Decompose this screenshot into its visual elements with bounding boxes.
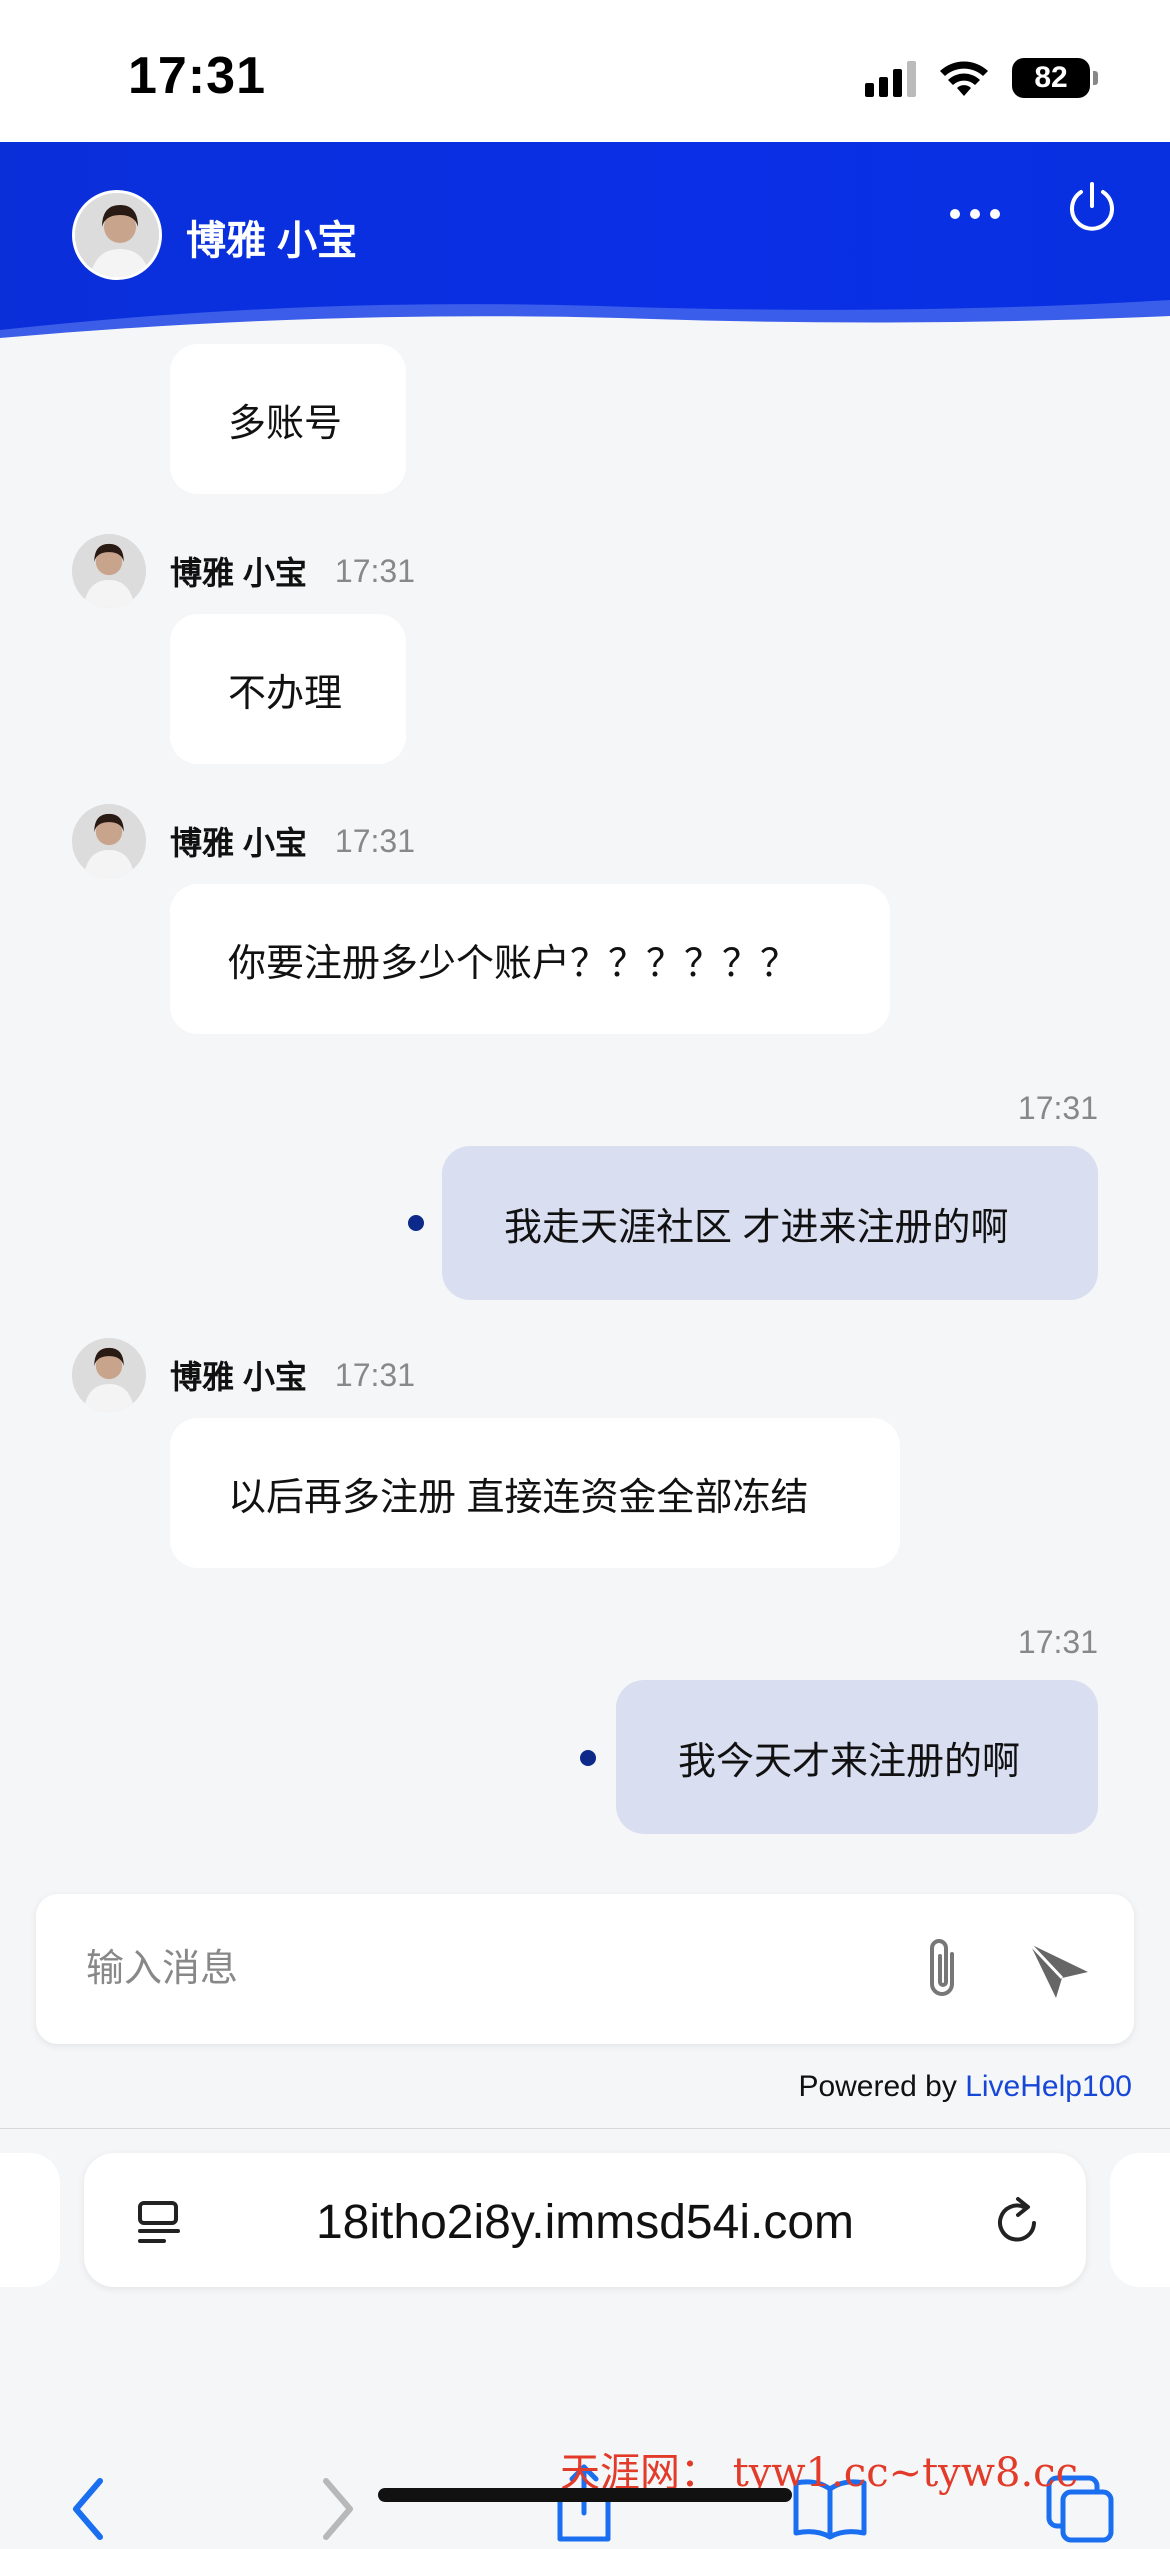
agent-avatar	[72, 1338, 146, 1412]
back-button[interactable]	[48, 2469, 128, 2549]
incoming-message: 以后再多注册 直接连资金全部冻结	[170, 1418, 900, 1568]
message-text: 以后再多注册 直接连资金全部冻结	[228, 1476, 809, 1519]
incoming-message: 你要注册多少个账户？？？？？？	[170, 884, 890, 1034]
reload-icon[interactable]	[990, 2195, 1044, 2249]
message-meta: 博雅 小宝 17:31	[170, 548, 415, 594]
message-input[interactable]	[86, 1939, 886, 1999]
agent-avatar	[72, 190, 162, 280]
powered-prefix: Powered by	[798, 2070, 966, 2103]
agent-name: 博雅 小宝	[186, 219, 358, 263]
incoming-message: 不办理	[170, 614, 406, 764]
message-text: 我走天涯社区 才进来注册的啊	[504, 1206, 1009, 1249]
powered-brand-link[interactable]: LiveHelp100	[965, 2070, 1132, 2103]
message-time: 17:31	[334, 822, 415, 859]
forward-button[interactable]	[298, 2469, 378, 2549]
battery-icon: 82	[1012, 58, 1098, 98]
powered-by: Powered by LiveHelp100	[798, 2070, 1132, 2104]
message-time: 17:31	[334, 1356, 415, 1393]
outgoing-message: 我今天才来注册的啊	[616, 1680, 1098, 1834]
message-text: 多账号	[228, 402, 343, 445]
send-icon[interactable]	[1026, 1938, 1092, 2000]
forward-arrow-icon	[323, 2478, 353, 2540]
message-time: 17:31	[1017, 1624, 1098, 1660]
sender-name: 博雅 小宝	[170, 825, 307, 861]
cellular-signal-icon	[865, 59, 916, 97]
chat-header: 博雅 小宝	[0, 142, 1170, 352]
message-text: 我今天才来注册的啊	[678, 1740, 1021, 1783]
message-meta: 博雅 小宝 17:31	[170, 818, 415, 864]
message-text: 不办理	[228, 672, 343, 715]
incoming-message: 多账号	[170, 344, 406, 494]
header-wave	[0, 300, 1170, 352]
outgoing-message: 我走天涯社区 才进来注册的啊	[442, 1146, 1098, 1300]
back-arrow-icon	[73, 2478, 103, 2540]
url-text: 18itho2i8y.immsd54i.com	[315, 2196, 854, 2249]
more-options-icon[interactable]	[945, 194, 1005, 234]
status-icons: 82	[865, 54, 1098, 102]
battery-level: 82	[1034, 61, 1068, 94]
power-icon[interactable]	[1064, 178, 1120, 234]
sender-name: 博雅 小宝	[170, 1359, 307, 1395]
agent-avatar	[72, 804, 146, 878]
attachment-icon[interactable]	[916, 1934, 972, 2004]
sender-name: 博雅 小宝	[170, 555, 307, 591]
message-composer	[36, 1894, 1134, 2044]
message-meta: 博雅 小宝 17:31	[170, 1352, 415, 1398]
agent-avatar	[72, 534, 146, 608]
home-indicator	[378, 2488, 792, 2502]
previous-tab[interactable]	[0, 2153, 60, 2287]
status-bar: 17:31 82	[0, 0, 1170, 142]
message-text: 你要注册多少个账户？？？？？？	[228, 942, 799, 985]
status-time: 17:31	[128, 47, 266, 105]
sent-status-dot	[580, 1750, 596, 1766]
message-time: 17:31	[1017, 1090, 1098, 1126]
browser-nav-row	[0, 2319, 1170, 2543]
address-bar[interactable]: 18itho2i8y.immsd54i.com	[84, 2153, 1086, 2287]
wifi-icon	[940, 61, 988, 96]
message-time: 17:31	[334, 552, 415, 589]
sent-status-dot	[408, 1215, 424, 1231]
next-tab[interactable]	[1110, 2153, 1170, 2287]
